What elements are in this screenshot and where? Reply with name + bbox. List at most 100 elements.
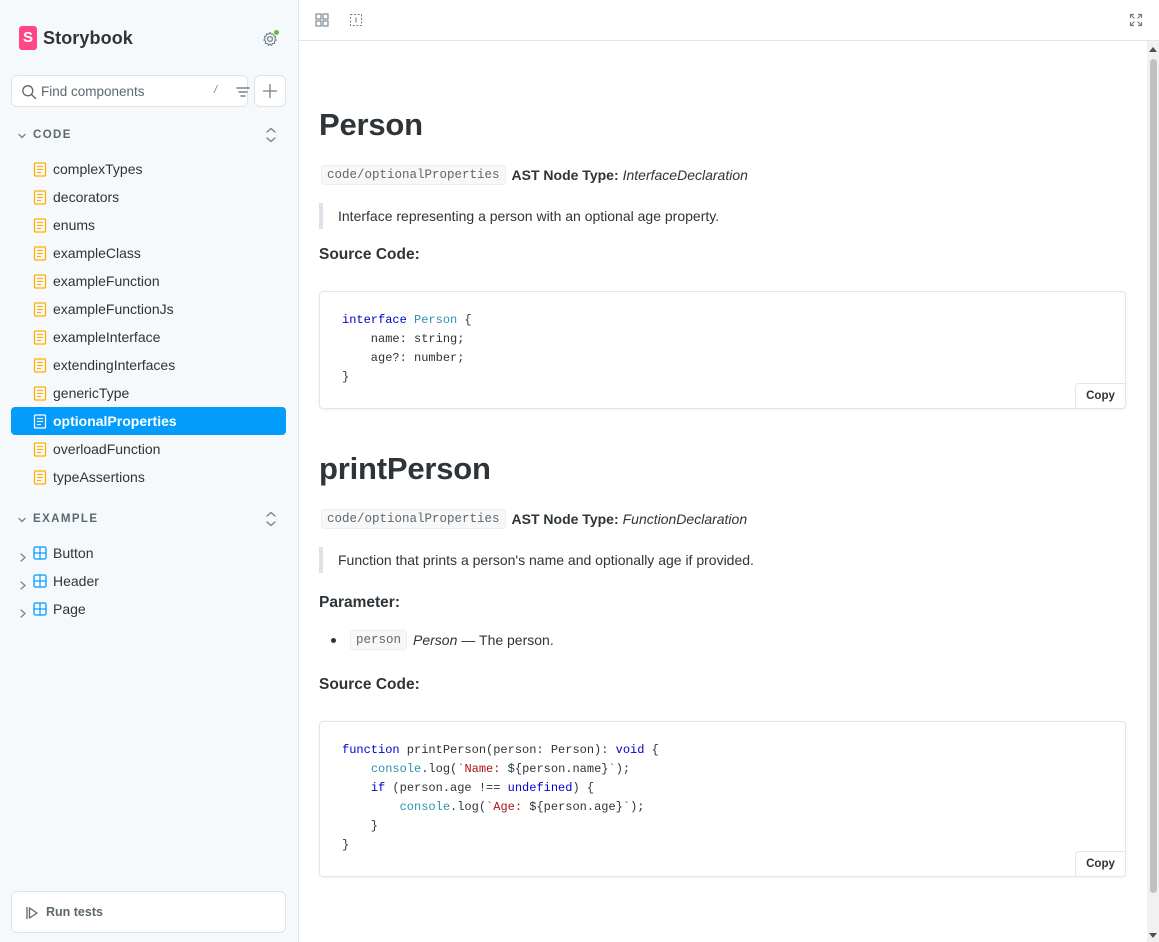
ast-label: AST Node Type: bbox=[511, 167, 619, 183]
ast-value: InterfaceDeclaration bbox=[622, 167, 748, 183]
brand-name: Storybook bbox=[43, 27, 133, 48]
chevron-down-icon bbox=[18, 517, 26, 523]
docs-content: Person code/optionalProperties AST Node … bbox=[299, 41, 1147, 942]
grid-view-button[interactable] bbox=[315, 13, 331, 29]
document-icon-wrap bbox=[33, 442, 47, 462]
sidebar-item-label: typeAssertions bbox=[53, 469, 145, 485]
sidebar-item-exampleClass[interactable]: exampleClass bbox=[11, 239, 286, 267]
sidebar-item-complexTypes[interactable]: complexTypes bbox=[11, 155, 286, 183]
component-icon-wrap bbox=[33, 602, 47, 621]
sidebar-item-button[interactable]: Button bbox=[11, 539, 286, 567]
sidebar-item-label: extendingInterfaces bbox=[53, 357, 176, 373]
document-icon-wrap bbox=[33, 386, 47, 406]
sidebar: S Storybook / CODE complexType bbox=[0, 0, 299, 942]
scroll-up-arrow[interactable] bbox=[1149, 47, 1157, 52]
sidebar-item-exampleFunctionJs[interactable]: exampleFunctionJs bbox=[11, 295, 286, 323]
document-icon bbox=[33, 386, 47, 401]
brand[interactable]: S Storybook bbox=[19, 26, 133, 50]
sidebar-item-label: exampleClass bbox=[53, 245, 141, 261]
sidebar-item-header[interactable]: Header bbox=[11, 567, 286, 595]
document-icon-wrap bbox=[33, 246, 47, 266]
parameter-heading: Parameter: bbox=[319, 594, 400, 611]
run-tests-button[interactable]: Run tests bbox=[11, 891, 286, 933]
document-icon bbox=[33, 358, 47, 373]
component-icon bbox=[33, 574, 47, 588]
sidebar-item-typeAssertions[interactable]: typeAssertions bbox=[11, 463, 286, 491]
code-block: function printPerson(person: Person): vo… bbox=[319, 721, 1126, 877]
document-icon bbox=[33, 470, 47, 485]
outline-icon bbox=[349, 13, 363, 27]
sidebar-item-extendingInterfaces[interactable]: extendingInterfaces bbox=[11, 351, 286, 379]
settings-button[interactable] bbox=[262, 29, 280, 47]
document-icon bbox=[33, 246, 47, 261]
outline-button[interactable] bbox=[349, 13, 365, 29]
component-icon-wrap bbox=[33, 574, 47, 593]
scroll-down-arrow[interactable] bbox=[1149, 933, 1157, 938]
sidebar-item-exampleFunction[interactable]: exampleFunction bbox=[11, 267, 286, 295]
doc-description: Interface representing a person with an … bbox=[319, 203, 1019, 229]
scroll-thumb[interactable] bbox=[1150, 59, 1157, 893]
doc-meta: code/optionalProperties AST Node Type: F… bbox=[321, 508, 747, 530]
param-desc: — The person. bbox=[461, 632, 554, 648]
sidebar-item-exampleInterface[interactable]: exampleInterface bbox=[11, 323, 286, 351]
scrollbar[interactable] bbox=[1147, 41, 1159, 942]
chevron-down-icon bbox=[18, 133, 26, 139]
sidebar-item-enums[interactable]: enums bbox=[11, 211, 286, 239]
doc-title: printPerson bbox=[319, 451, 491, 486]
sidebar-item-decorators[interactable]: decorators bbox=[11, 183, 286, 211]
filter-icon[interactable] bbox=[235, 84, 251, 100]
document-icon bbox=[33, 218, 47, 233]
document-icon bbox=[33, 302, 47, 317]
doc-path: code/optionalProperties bbox=[321, 509, 506, 529]
expand-arrow[interactable] bbox=[19, 605, 27, 623]
copy-button[interactable]: Copy bbox=[1075, 383, 1126, 409]
search-input[interactable] bbox=[41, 82, 201, 100]
expand-collapse-icon[interactable] bbox=[264, 126, 278, 144]
doc-title: Person bbox=[319, 107, 423, 142]
sidebar-item-optionalProperties[interactable]: optionalProperties bbox=[11, 407, 286, 435]
code-block: interface Person { name: string; age?: n… bbox=[319, 291, 1126, 409]
group-label: CODE bbox=[33, 129, 72, 141]
sidebar-item-genericType[interactable]: genericType bbox=[11, 379, 286, 407]
source-code: function printPerson(person: Person): vo… bbox=[342, 743, 659, 852]
storybook-logo-icon: S bbox=[19, 26, 37, 50]
copy-button[interactable]: Copy bbox=[1075, 851, 1126, 877]
document-icon bbox=[33, 442, 47, 457]
chevron-right-icon bbox=[20, 581, 26, 590]
component-icon-wrap bbox=[33, 546, 47, 565]
expand-arrow[interactable] bbox=[19, 577, 27, 595]
fullscreen-button[interactable] bbox=[1129, 13, 1145, 29]
document-icon-wrap bbox=[33, 218, 47, 238]
document-icon-wrap bbox=[33, 414, 47, 434]
source-code-heading: Source Code: bbox=[319, 676, 420, 693]
document-icon-wrap bbox=[33, 274, 47, 294]
sidebar-item-label: complexTypes bbox=[53, 161, 143, 177]
search-icon bbox=[22, 85, 37, 100]
sidebar-item-label: overloadFunction bbox=[53, 441, 161, 457]
param-name: person bbox=[350, 630, 408, 650]
add-component-button[interactable] bbox=[254, 75, 286, 107]
play-icon bbox=[26, 906, 38, 920]
group-label: EXAMPLE bbox=[33, 513, 99, 525]
sidebar-item-overloadFunction[interactable]: overloadFunction bbox=[11, 435, 286, 463]
expand-collapse-icon[interactable] bbox=[264, 510, 278, 528]
document-icon bbox=[33, 414, 47, 429]
sidebar-item-label: genericType bbox=[53, 385, 130, 401]
document-icon-wrap bbox=[33, 162, 47, 182]
document-icon bbox=[33, 274, 47, 289]
grid-icon bbox=[315, 13, 329, 27]
source-code-heading: Source Code: bbox=[319, 246, 420, 263]
group-header-example[interactable]: EXAMPLE bbox=[17, 510, 281, 528]
doc-meta: code/optionalProperties AST Node Type: I… bbox=[321, 164, 748, 186]
component-icon bbox=[33, 546, 47, 560]
param-type: Person bbox=[413, 632, 458, 648]
expand-arrow[interactable] bbox=[19, 549, 27, 567]
sidebar-item-label: Page bbox=[53, 601, 86, 617]
doc-path: code/optionalProperties bbox=[321, 165, 506, 185]
sidebar-item-label: exampleFunctionJs bbox=[53, 301, 174, 317]
sidebar-item-page[interactable]: Page bbox=[11, 595, 286, 623]
ast-value: FunctionDeclaration bbox=[622, 511, 748, 527]
toolbar bbox=[299, 0, 1159, 41]
sidebar-item-label: optionalProperties bbox=[53, 413, 177, 429]
group-header-code[interactable]: CODE bbox=[17, 126, 281, 144]
